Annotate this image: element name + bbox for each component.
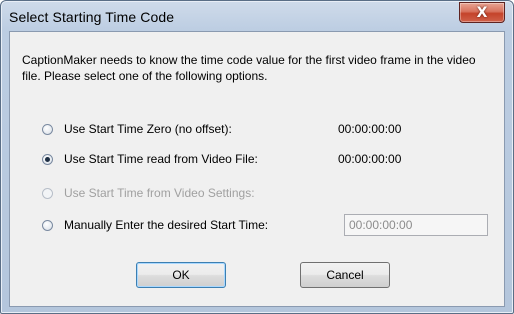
ok-button[interactable]: OK <box>136 262 226 288</box>
option-video-settings-label: Use Start Time from Video Settings: <box>64 186 255 200</box>
option-start-zero[interactable]: Use Start Time Zero (no offset): <box>42 120 232 138</box>
manual-time-input[interactable]: 00:00:00:00 <box>344 214 488 236</box>
cancel-button[interactable]: Cancel <box>300 262 390 288</box>
option-video-settings: Use Start Time from Video Settings: <box>42 184 255 202</box>
radio-video-file[interactable] <box>42 153 53 165</box>
radio-video-settings <box>42 187 53 199</box>
close-button[interactable]: X <box>459 2 505 23</box>
dialog-title: Select Starting Time Code <box>9 9 175 25</box>
close-icon: X <box>476 4 488 21</box>
dialog-window: Select Starting Time Code X CaptionMaker… <box>0 0 514 314</box>
title-bar[interactable]: Select Starting Time Code X <box>1 1 513 31</box>
radio-manual[interactable] <box>42 219 53 231</box>
option-video-file-label[interactable]: Use Start Time read from Video File: <box>64 152 258 166</box>
option-start-zero-value: 00:00:00:00 <box>338 122 402 136</box>
option-video-file[interactable]: Use Start Time read from Video File: <box>42 150 258 168</box>
intro-text: CaptionMaker needs to know the time code… <box>22 53 476 83</box>
option-start-zero-label[interactable]: Use Start Time Zero (no offset): <box>64 122 232 136</box>
radio-start-zero[interactable] <box>42 123 53 135</box>
option-video-file-value: 00:00:00:00 <box>338 152 402 166</box>
option-manual[interactable]: Manually Enter the desired Start Time: <box>42 216 268 234</box>
dialog-body: CaptionMaker needs to know the time code… <box>9 31 505 307</box>
option-manual-label[interactable]: Manually Enter the desired Start Time: <box>64 218 268 232</box>
